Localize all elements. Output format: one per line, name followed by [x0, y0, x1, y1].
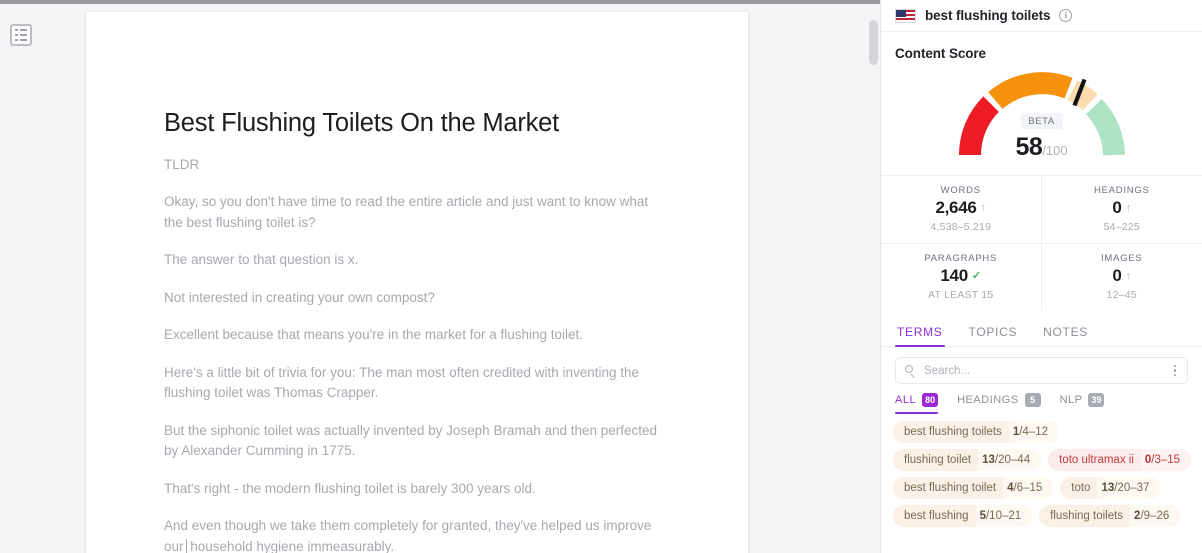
stat-range: AT LEAST 15 — [928, 289, 994, 301]
panel-keyword: best flushing toilets — [925, 8, 1051, 23]
document-paragraph: That's right - the modern flushing toile… — [164, 480, 536, 496]
score-number: 58 — [1015, 133, 1043, 161]
term-chip[interactable]: best flushing toilets 1/4–12 — [893, 421, 1059, 443]
term-chip-label: best flushing — [904, 510, 969, 522]
gauge-segment-fair — [987, 72, 1073, 110]
term-chip[interactable]: toto 13/20–37 — [1060, 477, 1161, 499]
stat-paragraphs: PARAGRAPHS 140 ✓ AT LEAST 15 — [881, 243, 1042, 311]
term-chip-count: 0/3–15 — [1140, 449, 1192, 471]
stat-range: 54–225 — [1103, 221, 1140, 233]
stat-value: 140 — [940, 266, 968, 285]
content-optimizer-panel: best flushing toilets i Content Score BE… — [880, 0, 1202, 553]
tab-terms[interactable]: TERMS — [895, 317, 945, 347]
stat-label: PARAGRAPHS — [924, 253, 998, 264]
term-chip[interactable]: flushing toilets 2/9–26 — [1039, 505, 1181, 527]
filter-label: ALL — [895, 394, 917, 406]
term-chip-label: best flushing toilet — [904, 482, 997, 494]
document-scrollbar[interactable] — [866, 4, 880, 553]
document-paragraph: Not interested in creating your own comp… — [164, 289, 435, 305]
term-chip-count: 13/20–44 — [978, 449, 1042, 471]
terms-search-row — [881, 347, 1202, 384]
check-icon: ✓ — [971, 269, 982, 282]
left-rail — [0, 4, 86, 553]
term-chip-label: flushing toilets — [1050, 510, 1124, 522]
term-chip-count: 1/4–12 — [1008, 421, 1059, 443]
tab-topics[interactable]: TOPICS — [967, 317, 1020, 346]
terms-list: best flushing toilets 1/4–12 flushing toil… — [881, 414, 1202, 527]
stat-label: IMAGES — [1101, 253, 1143, 264]
stat-value: 2,646 — [935, 198, 977, 217]
stat-label: WORDS — [940, 185, 981, 196]
filter-count-badge: 39 — [1088, 393, 1105, 407]
tab-notes[interactable]: NOTES — [1041, 317, 1090, 346]
term-chip-label: flushing toilet — [904, 454, 972, 466]
filter-label: NLP — [1059, 394, 1083, 406]
filter-label: HEADINGS — [957, 394, 1019, 406]
app-root: Best Flushing Toilets On the Market TLDR… — [0, 0, 1202, 553]
beta-badge: BETA — [1020, 113, 1063, 129]
stat-words: WORDS 2,646 ↑ 4,538–5,219 — [881, 175, 1042, 243]
document-paragraph: Okay, so you don't have time to read the… — [164, 194, 649, 230]
search-input[interactable] — [924, 364, 1164, 377]
gauge-segment-great — [1085, 98, 1125, 156]
term-chip-count: 4/6–15 — [1003, 477, 1054, 499]
stat-label: HEADINGS — [1093, 185, 1150, 196]
term-chip-count: 2/9–26 — [1130, 505, 1181, 527]
gauge-segment-poor — [958, 96, 999, 156]
document-paragraph-with-caret: And even though we take them completely … — [164, 516, 670, 553]
stat-headings: HEADINGS 0 ↑ 54–225 — [1041, 175, 1202, 243]
panel-header: best flushing toilets i — [881, 0, 1202, 32]
term-chip-count: 5/10–21 — [975, 505, 1033, 527]
document-paragraph: Here's a little bit of trivia for you: T… — [164, 364, 640, 401]
term-chip[interactable]: toto ultramax ii 0/3–15 — [1048, 449, 1192, 471]
term-chip[interactable]: flushing toilet 13/20–44 — [893, 449, 1042, 471]
terms-filter-row: ALL 80 HEADINGS 5 NLP 39 — [881, 384, 1202, 414]
filter-nlp[interactable]: NLP 39 — [1060, 393, 1105, 414]
term-chip[interactable]: best flushing toilet 4/6–15 — [893, 477, 1054, 499]
term-chip-label: toto ultramax ii — [1059, 454, 1134, 466]
list-outline-icon[interactable] — [10, 24, 32, 46]
document-subtitle: TLDR — [164, 156, 200, 172]
paragraph-text-tail: household hygiene immeasurably. — [186, 538, 395, 553]
search-box[interactable] — [895, 357, 1188, 384]
document-card[interactable]: Best Flushing Toilets On the Market TLDR… — [86, 12, 748, 553]
document-paragraph: Excellent because that means you're in t… — [164, 327, 584, 343]
panel-tabs: TERMS TOPICS NOTES — [881, 317, 1202, 347]
score-denominator: /100 — [1042, 143, 1068, 158]
search-icon — [905, 365, 916, 376]
content-score-title: Content Score — [895, 46, 986, 61]
arrow-up-icon: ↑ — [1125, 201, 1132, 214]
content-stats-grid: WORDS 2,646 ↑ 4,538–5,219 HEADINGS 0 ↑ 5… — [881, 175, 1202, 311]
arrow-up-icon: ↑ — [980, 201, 987, 214]
arrow-up-icon: ↑ — [1125, 269, 1132, 282]
filter-headings[interactable]: HEADINGS 5 — [957, 393, 1041, 414]
term-chip-label: toto — [1071, 482, 1091, 494]
document-paragraph: The answer to that question is x. — [164, 252, 359, 268]
kebab-menu-icon[interactable] — [1172, 363, 1179, 379]
term-chip-label: best flushing toilets — [904, 426, 1002, 438]
stat-value: 0 — [1112, 198, 1122, 217]
content-score-value: 58 /100 — [1015, 133, 1067, 162]
term-chip[interactable]: best flushing 5/10–21 — [893, 505, 1033, 527]
us-flag-icon — [895, 8, 916, 23]
stat-images: IMAGES 0 ↑ 12–45 — [1041, 243, 1202, 311]
document-scrollbar-thumb[interactable] — [869, 20, 878, 65]
stat-range: 4,538–5,219 — [930, 221, 992, 233]
info-icon[interactable]: i — [1059, 9, 1073, 22]
filter-all[interactable]: ALL 80 — [895, 393, 939, 414]
stat-range: 12–45 — [1106, 289, 1137, 301]
filter-count-badge: 80 — [922, 393, 939, 407]
filter-count-badge: 5 — [1024, 393, 1041, 407]
document-body[interactable]: Best Flushing Toilets On the Market TLDR… — [86, 12, 748, 553]
document-paragraph: But the siphonic toilet was actually inv… — [164, 422, 658, 459]
term-chip-count: 13/20–37 — [1097, 477, 1161, 499]
document-title: Best Flushing Toilets On the Market — [164, 109, 560, 137]
stat-value: 0 — [1112, 266, 1122, 285]
content-score-gauge: BETA 58 /100 — [881, 65, 1202, 173]
